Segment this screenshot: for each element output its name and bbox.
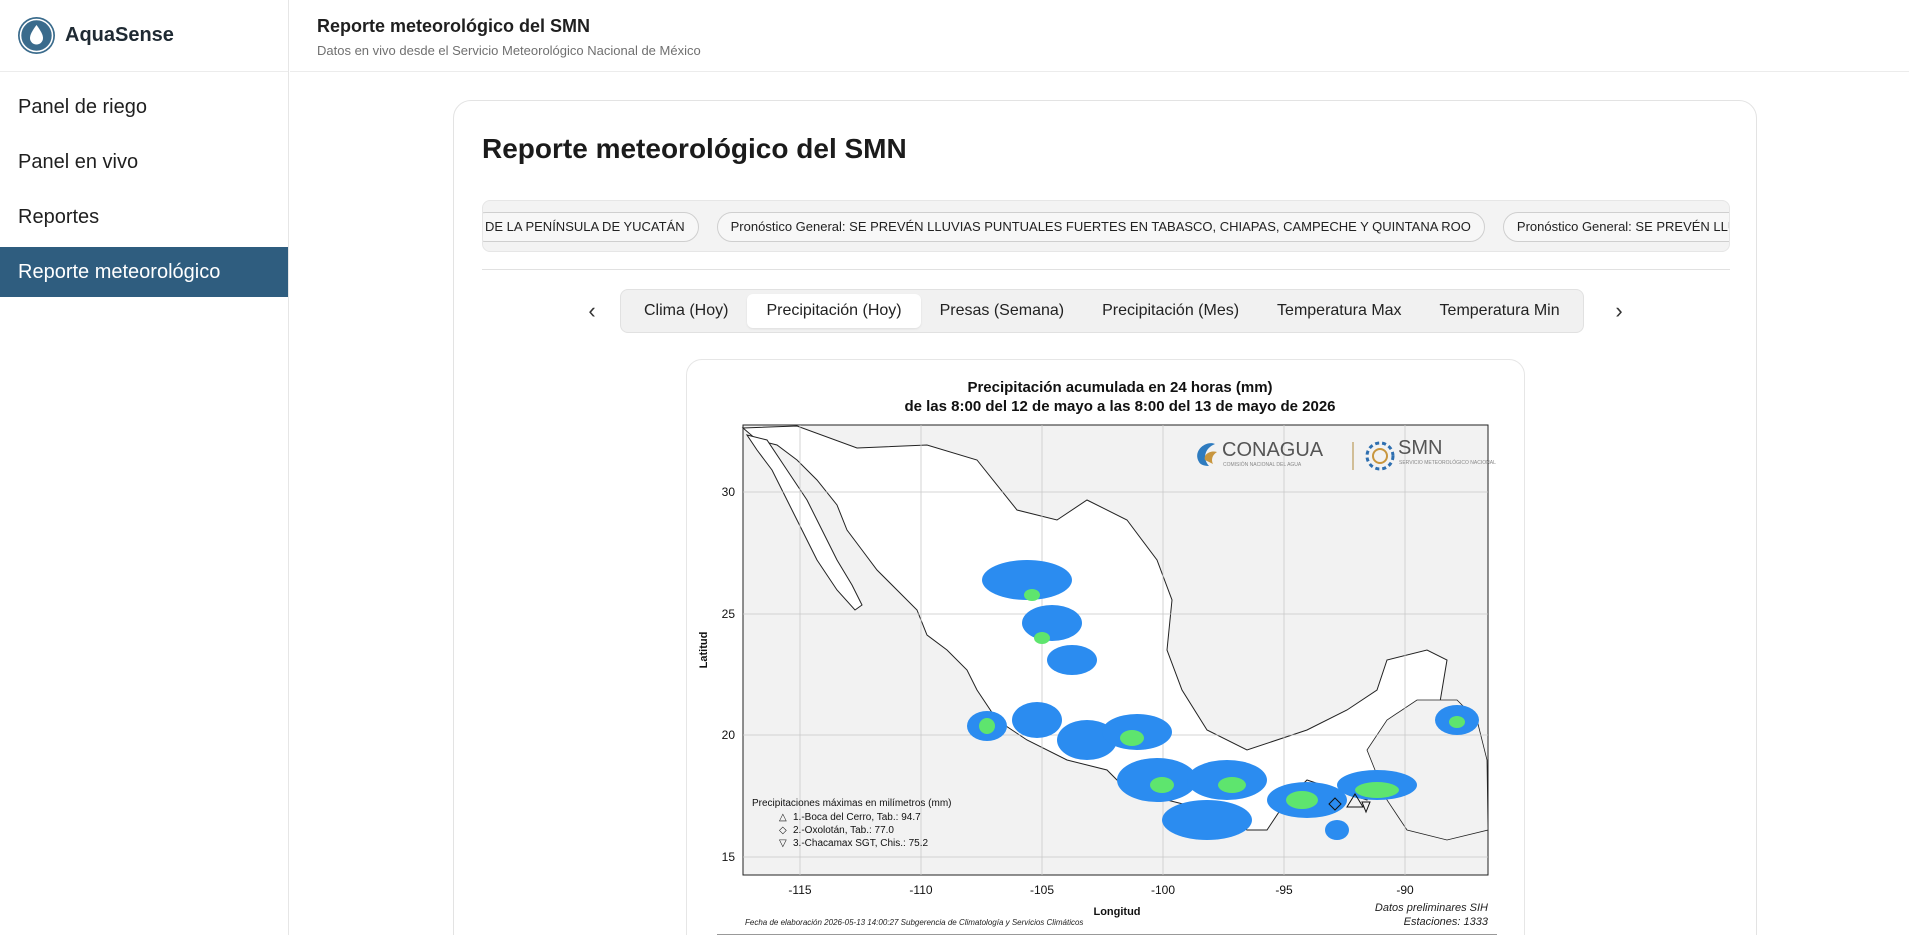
legend-item-3: 3.-Chacamax SGT, Chis.: 75.2 <box>793 838 928 849</box>
precipitation-map: Precipitación acumulada en 24 horas (mm)… <box>698 379 1497 935</box>
x-tick-110: -110 <box>909 883 932 897</box>
x-tick-95: -95 <box>1275 883 1293 897</box>
water-drop-icon <box>18 17 55 54</box>
brand[interactable]: AquaSense <box>0 0 288 72</box>
tab-temperatura-min[interactable]: Temperatura Min <box>1421 294 1579 328</box>
x-axis: -115 -110 -105 -100 -95 -90 Longitud <box>788 883 1414 918</box>
sidebar-item-reportes[interactable]: Reportes <box>0 192 288 242</box>
legend-title: Precipitaciones máximas en milímetros (m… <box>752 798 952 809</box>
sidebar-item-panel-en-vivo[interactable]: Panel en vivo <box>0 137 288 187</box>
chevron-left-icon[interactable]: ‹ <box>577 296 607 326</box>
y-tick-30: 30 <box>722 485 736 499</box>
report-card: Reporte meteorológico del SMN DE LA PENÍ… <box>453 100 1757 935</box>
x-tick-90: -90 <box>1396 883 1414 897</box>
x-axis-label: Longitud <box>1093 906 1140 918</box>
legend-symbol-1: △ <box>779 812 787 823</box>
smn-logo-subtext: SERVICIO METEOROLÓGICO NACIONAL <box>1399 459 1496 466</box>
page-header: Reporte meteorológico del SMN Datos en v… <box>290 0 1909 72</box>
conagua-logo-text: CONAGUA <box>1222 439 1324 461</box>
ticker-chip[interactable]: Pronóstico General: SE PREVÉN LLUVIAS PU… <box>716 212 1485 242</box>
legend-symbol-2: ◇ <box>779 825 787 836</box>
map-plot-area: CONAGUA COMISIÓN NACIONAL DEL AGUA SMN S… <box>741 424 1496 876</box>
legend-symbol-3: ▽ <box>779 838 787 849</box>
report-tabs: Clima (Hoy) Precipitación (Hoy) Presas (… <box>620 289 1584 333</box>
legend-item-1: 1.-Boca del Cerro, Tab.: 94.7 <box>793 812 921 823</box>
legend-item-2: 2.-Oxolotán, Tab.: 77.0 <box>793 825 894 836</box>
map-footer-stations: Estaciones: 1333 <box>1404 916 1489 928</box>
map-title-line2: de las 8:00 del 12 de mayo a las 8:00 de… <box>904 398 1335 415</box>
app-name: AquaSense <box>65 24 174 46</box>
tab-precipitacion-hoy[interactable]: Precipitación (Hoy) <box>747 294 921 328</box>
y-tick-25: 25 <box>722 607 736 621</box>
smn-logo-text: SMN <box>1398 437 1442 459</box>
ticker-chip[interactable]: DE LA PENÍNSULA DE YUCATÁN <box>483 212 699 242</box>
map-title-line1: Precipitación acumulada en 24 horas (mm) <box>967 379 1272 396</box>
map-footer-date: Fecha de elaboración 2026-05-13 14:00:27… <box>745 918 1083 927</box>
sidebar: AquaSense Panel de riego Panel en vivo R… <box>0 0 289 935</box>
tab-precipitacion-mes[interactable]: Precipitación (Mes) <box>1083 294 1258 328</box>
y-tick-15: 15 <box>722 850 736 864</box>
conagua-logo-subtext: COMISIÓN NACIONAL DEL AGUA <box>1223 461 1302 468</box>
page-title: Reporte meteorológico del SMN <box>482 133 907 164</box>
precipitation-map-frame: Precipitación acumulada en 24 horas (mm)… <box>686 359 1525 935</box>
x-tick-115: -115 <box>788 883 811 897</box>
divider <box>482 269 1730 270</box>
y-axis: 30 25 20 15 Latitud <box>698 485 735 864</box>
x-tick-105: -105 <box>1030 883 1054 897</box>
sidebar-item-reporte-meteorologico[interactable]: Reporte meteorológico <box>0 247 288 297</box>
map-footer-source: Datos preliminares SIH <box>1375 902 1488 914</box>
tab-presas-semana[interactable]: Presas (Semana) <box>921 294 1084 328</box>
header-subtitle: Datos en vivo desde el Servicio Meteorol… <box>317 43 701 58</box>
forecast-ticker: DE LA PENÍNSULA DE YUCATÁN Pronóstico Ge… <box>482 200 1730 252</box>
sidebar-item-panel-de-riego[interactable]: Panel de riego <box>0 82 288 132</box>
chevron-right-icon[interactable]: › <box>1604 296 1634 326</box>
header-title: Reporte meteorológico del SMN <box>317 16 591 36</box>
ticker-track: DE LA PENÍNSULA DE YUCATÁN Pronóstico Ge… <box>483 212 1729 242</box>
tab-clima-hoy[interactable]: Clima (Hoy) <box>625 294 747 328</box>
tabs-row: ‹ Clima (Hoy) Precipitación (Hoy) Presas… <box>454 289 1758 333</box>
y-tick-20: 20 <box>722 728 736 742</box>
sidebar-nav: Panel de riego Panel en vivo Reportes Re… <box>0 82 288 297</box>
tab-temperatura-max[interactable]: Temperatura Max <box>1258 294 1421 328</box>
app-root: AquaSense Panel de riego Panel en vivo R… <box>0 0 1909 935</box>
x-tick-100: -100 <box>1151 883 1175 897</box>
ticker-chip[interactable]: Pronóstico General: SE PREVÉN LLUVIAS PU… <box>1502 212 1729 242</box>
y-axis-label: Latitud <box>698 632 710 669</box>
